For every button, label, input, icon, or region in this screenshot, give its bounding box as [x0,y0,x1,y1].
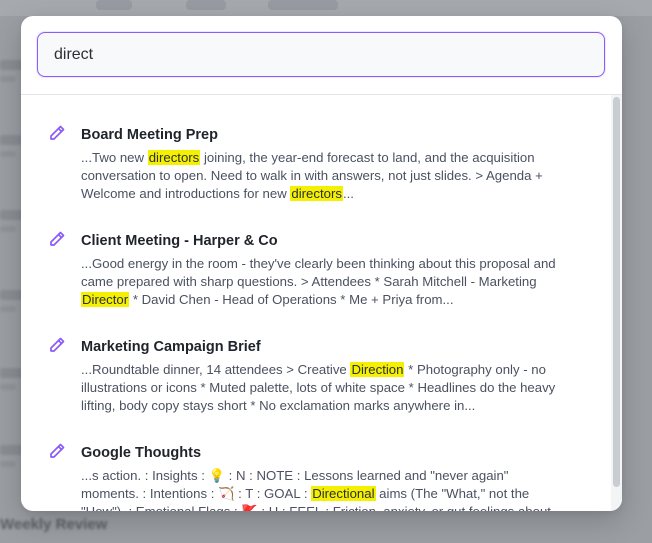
pencil-icon [47,229,67,249]
search-result-item[interactable]: Board Meeting Prep ...Two new directors … [21,121,611,221]
snippet-text: came prepared with sharp questions. > At… [81,274,537,289]
snippet-line: lifting, body copy stays short * No excl… [81,397,591,415]
search-modal: Board Meeting Prep ...Two new directors … [21,16,622,511]
snippet-text: aims (The "What," not the [375,486,530,501]
search-input[interactable] [37,32,605,77]
snippet-text: moments. : Intentions : 🏹 : T : GOAL : [81,486,312,501]
search-result-item[interactable]: Client Meeting - Harper & Co ...Good ene… [21,227,611,327]
snippet-line: ...Two new directors joining, the year-e… [81,149,591,167]
snippet-text: illustrations or icons * Muted palette, … [81,380,556,395]
match-highlight: directors [290,186,343,201]
snippet-text: joining, the year-end forecast to land, … [200,150,535,165]
pencil-icon [47,335,67,355]
snippet-text: * David Chen - Head of Operations * Me +… [129,292,454,307]
snippet-line: ...Good energy in the room - they've cle… [81,255,591,273]
snippet-text: ...Roundtable dinner, 14 attendees > Cre… [81,362,351,377]
search-results-list: Board Meeting Prep ...Two new directors … [21,95,622,511]
scrollbar-thumb[interactable] [613,97,620,487]
background-row [0,306,16,312]
match-highlight: Directional [311,486,376,501]
snippet-line: "How"). : Emotional Flags : 🚩 : H : FEEL… [81,503,591,511]
snippet-line: Director * David Chen - Head of Operatio… [81,291,591,309]
snippet-line: ...s action. : Insights : 💡 : N : NOTE :… [81,467,591,485]
result-snippet: ...Two new directors joining, the year-e… [81,149,591,203]
match-highlight: Director [81,292,130,307]
background-tab [186,0,226,10]
snippet-text: ...Two new [81,150,148,165]
background-tab [268,0,338,10]
snippet-line: illustrations or icons * Muted palette, … [81,379,591,397]
background-row [0,226,16,232]
snippet-line: Welcome and introductions for new direct… [81,185,591,203]
snippet-text: * Photography only - no [404,362,546,377]
result-snippet: ...Roundtable dinner, 14 attendees > Cre… [81,361,591,415]
result-title: Client Meeting - Harper & Co [81,233,278,249]
result-snippet: ...Good energy in the room - they've cle… [81,255,591,309]
result-title: Board Meeting Prep [81,127,218,143]
snippet-text: ...Good energy in the room - they've cle… [81,256,556,271]
snippet-line: moments. : Intentions : 🏹 : T : GOAL : D… [81,485,591,503]
background-note-title: Weekly Review [0,516,108,533]
snippet-line: ...Roundtable dinner, 14 attendees > Cre… [81,361,591,379]
pencil-icon [47,123,67,143]
search-bar [21,16,622,95]
result-snippet: ...s action. : Insights : 💡 : N : NOTE :… [81,467,591,511]
snippet-text: conversation to open. Need to walk in wi… [81,168,543,183]
background-row [0,384,16,390]
background-row [0,76,16,82]
match-highlight: Direction [350,362,405,377]
search-result-item[interactable]: Marketing Campaign Brief ...Roundtable d… [21,333,611,433]
snippet-line: conversation to open. Need to walk in wi… [81,167,591,185]
snippet-text: ...s action. : Insights : 💡 : N : NOTE :… [81,468,509,483]
background-row [0,151,16,157]
snippet-text: lifting, body copy stays short * No excl… [81,398,476,413]
result-title: Google Thoughts [81,445,202,461]
pencil-icon [47,441,67,461]
background-row [0,461,16,467]
match-highlight: directors [147,150,201,165]
snippet-line: came prepared with sharp questions. > At… [81,273,591,291]
snippet-text: ... [342,186,354,201]
result-title: Marketing Campaign Brief [81,339,261,355]
background-tab [96,0,132,10]
snippet-text: "How"). : Emotional Flags : 🚩 : H : FEEL… [81,504,562,511]
results-scrollbar[interactable] [611,95,622,511]
snippet-text: Welcome and introductions for new [81,186,291,201]
search-result-item[interactable]: Google Thoughts ...s action. : Insights … [21,439,611,511]
